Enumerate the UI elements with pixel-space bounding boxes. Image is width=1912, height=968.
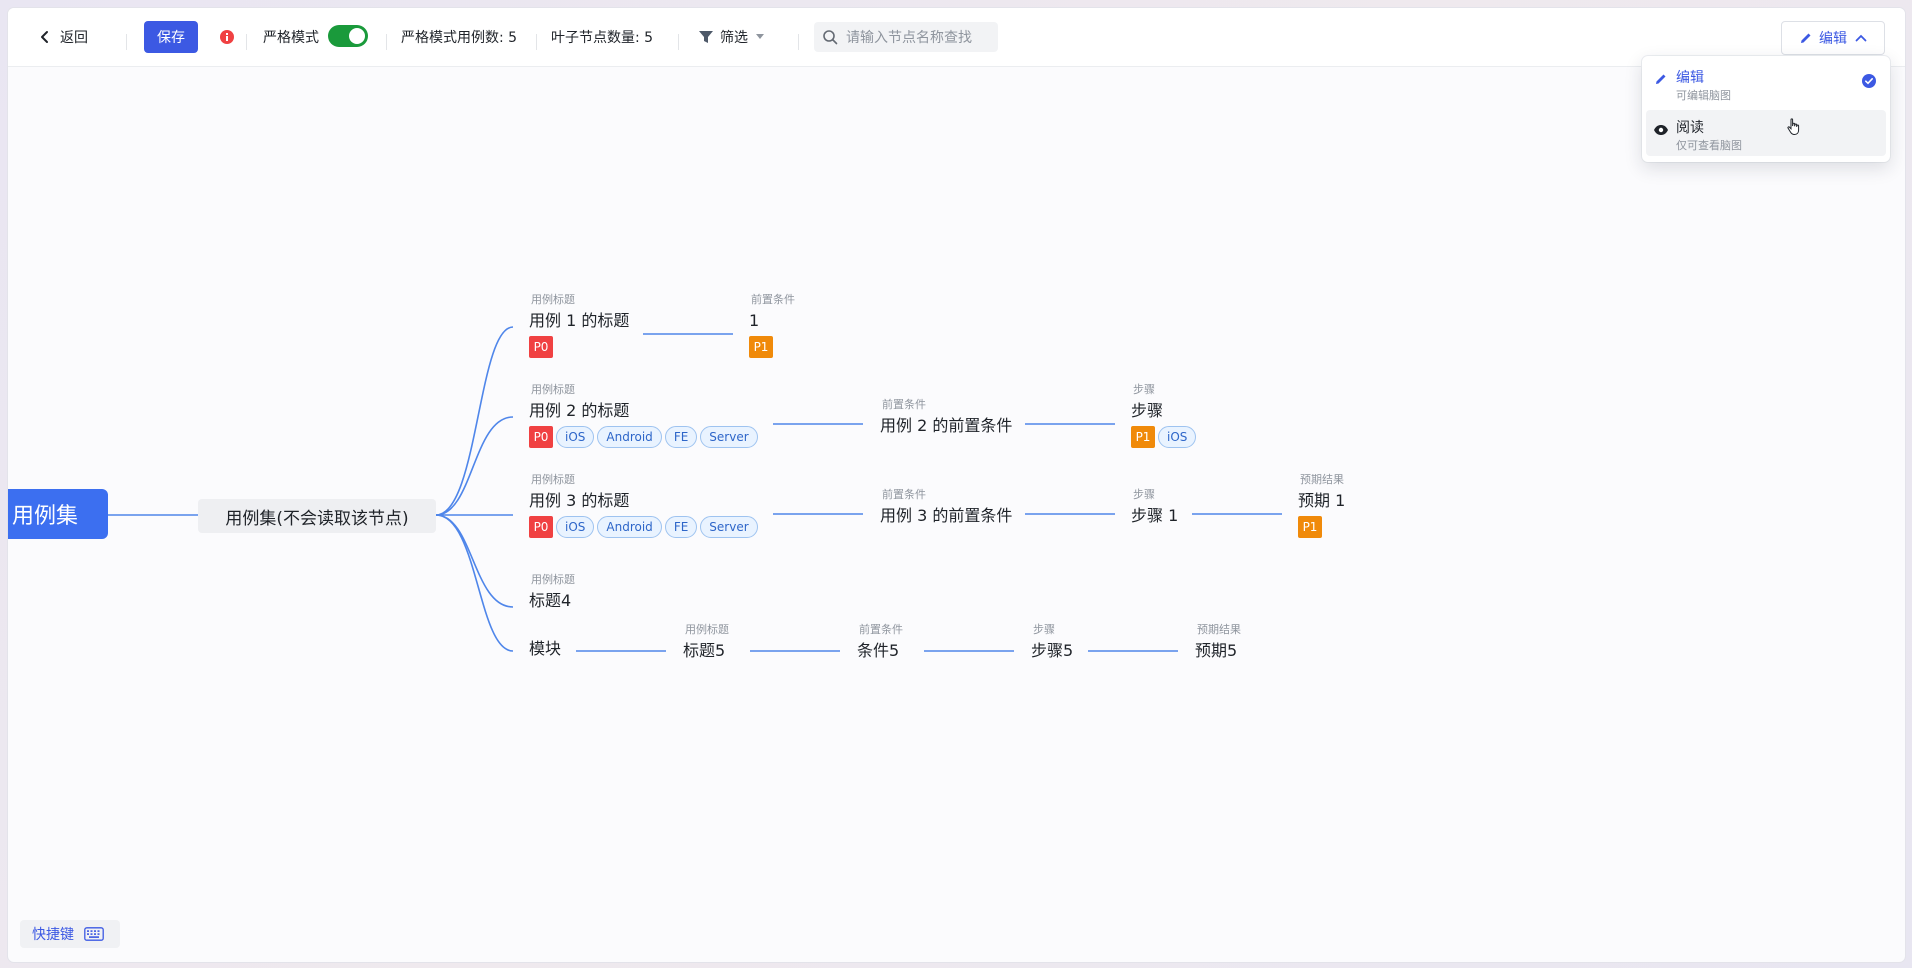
node-type-label: 用例标题 — [685, 623, 729, 636]
precondition-node[interactable]: 用例 2 的前置条件 — [880, 416, 1012, 436]
strict-mode-toggle[interactable] — [328, 25, 368, 47]
expected-result-node[interactable]: 预期 1 — [1298, 491, 1345, 511]
search-icon — [823, 30, 838, 45]
node-type-label: 用例标题 — [531, 473, 575, 486]
expected-result-node[interactable]: 预期5 — [1195, 641, 1237, 661]
divider — [536, 34, 537, 50]
search-placeholder: 请输入节点名称查找 — [846, 30, 972, 46]
precondition-node[interactable]: 1 — [749, 311, 759, 331]
strict-count-text: 严格模式用例数: 5 — [401, 30, 518, 46]
priority-badge: P1 — [1131, 426, 1155, 448]
node-type-label: 预期结果 — [1300, 473, 1344, 486]
info-icon[interactable] — [219, 8, 235, 66]
priority-badge: P0 — [529, 516, 553, 538]
pencil-icon — [1801, 33, 1811, 43]
divider — [246, 34, 247, 50]
node-type-label: 用例标题 — [531, 293, 575, 306]
case-title-node[interactable]: 用例 3 的标题 — [529, 491, 629, 511]
precondition-node[interactable]: 条件5 — [857, 641, 899, 661]
tag-group: P1 — [1298, 516, 1322, 538]
priority-badge: P0 — [529, 426, 553, 448]
node-type-label: 前置条件 — [882, 488, 926, 501]
back-button[interactable]: 返回 — [38, 8, 88, 66]
toolbar: 返回 保存 严格模式 严格模式用例数: 5 叶子节点数量: 5 筛选 请输入节点… — [8, 8, 1905, 67]
caret-down-icon — [756, 34, 764, 39]
tag-chip: Server — [700, 426, 758, 448]
tag-chip: Android — [597, 426, 662, 448]
divider — [126, 34, 127, 50]
node-type-label: 步骤 — [1133, 383, 1155, 396]
mindmap-canvas[interactable]: 用例集 用例集(不会读取该节点) 用例标题 用例 1 的标题 P0 前置条件 1… — [8, 67, 1905, 962]
tag-chip: FE — [664, 516, 698, 538]
app-window: 返回 保存 严格模式 严格模式用例数: 5 叶子节点数量: 5 筛选 请输入节点… — [8, 8, 1905, 962]
node-type-label: 预期结果 — [1197, 623, 1241, 636]
node-type-label: 步骤 — [1033, 623, 1055, 636]
case-title-node[interactable]: 用例 1 的标题 — [529, 311, 629, 331]
toggle-knob — [349, 28, 365, 44]
tag-chip: iOS — [556, 516, 595, 538]
tag-group: P0 iOS Android FE Server — [529, 426, 758, 448]
leaf-count-text: 叶子节点数量: 5 — [551, 30, 654, 46]
case-title-node[interactable]: 用例 2 的标题 — [529, 401, 629, 421]
divider — [798, 34, 799, 50]
node-type-label: 步骤 — [1133, 488, 1155, 501]
chevron-up-icon — [1855, 34, 1867, 42]
tag-chip: FE — [664, 426, 698, 448]
tag-group: P0 — [529, 336, 553, 358]
case-title-node[interactable]: 标题4 — [529, 591, 571, 611]
step-node[interactable]: 步骤 1 — [1131, 506, 1178, 526]
module-node[interactable]: 模块 — [529, 639, 561, 659]
filter-icon — [699, 31, 713, 43]
tag-chip: iOS — [1158, 426, 1197, 448]
node-type-label: 用例标题 — [531, 383, 575, 396]
keyboard-icon — [84, 927, 104, 941]
search-input[interactable]: 请输入节点名称查找 — [814, 22, 998, 52]
strict-mode-label: 严格模式 — [263, 30, 319, 46]
save-button[interactable]: 保存 — [144, 21, 198, 53]
tag-group: P0 iOS Android FE Server — [529, 516, 758, 538]
step-node[interactable]: 步骤 — [1131, 401, 1163, 421]
shortcut-button[interactable]: 快捷键 — [20, 920, 120, 948]
chevron-left-icon — [41, 31, 48, 43]
node-type-label: 前置条件 — [859, 623, 903, 636]
filter-button[interactable]: 筛选 — [698, 8, 764, 66]
priority-badge: P1 — [749, 336, 773, 358]
tag-chip: iOS — [556, 426, 595, 448]
priority-badge: P0 — [529, 336, 553, 358]
tag-group: P1 iOS — [1131, 426, 1197, 448]
divider — [386, 34, 387, 50]
precondition-node[interactable]: 用例 3 的前置条件 — [880, 506, 1012, 526]
tag-chip: Server — [700, 516, 758, 538]
step-node[interactable]: 步骤5 — [1031, 641, 1073, 661]
priority-badge: P1 — [1298, 516, 1322, 538]
filter-label: 筛选 — [720, 30, 748, 46]
tag-group: P1 — [749, 336, 773, 358]
back-label: 返回 — [60, 30, 88, 46]
node-type-label: 前置条件 — [882, 398, 926, 411]
mode-dropdown-button[interactable]: 编辑 — [1781, 21, 1885, 55]
shortcut-label: 快捷键 — [32, 927, 74, 943]
tag-chip: Android — [597, 516, 662, 538]
divider — [678, 34, 679, 50]
node-type-label: 用例标题 — [531, 573, 575, 586]
mindmap-level1-node[interactable]: 用例集(不会读取该节点) — [198, 499, 436, 533]
mindmap-root-node[interactable]: 用例集 — [8, 489, 108, 539]
mode-label: 编辑 — [1819, 31, 1847, 47]
node-type-label: 前置条件 — [751, 293, 795, 306]
case-title-node[interactable]: 标题5 — [683, 641, 725, 661]
